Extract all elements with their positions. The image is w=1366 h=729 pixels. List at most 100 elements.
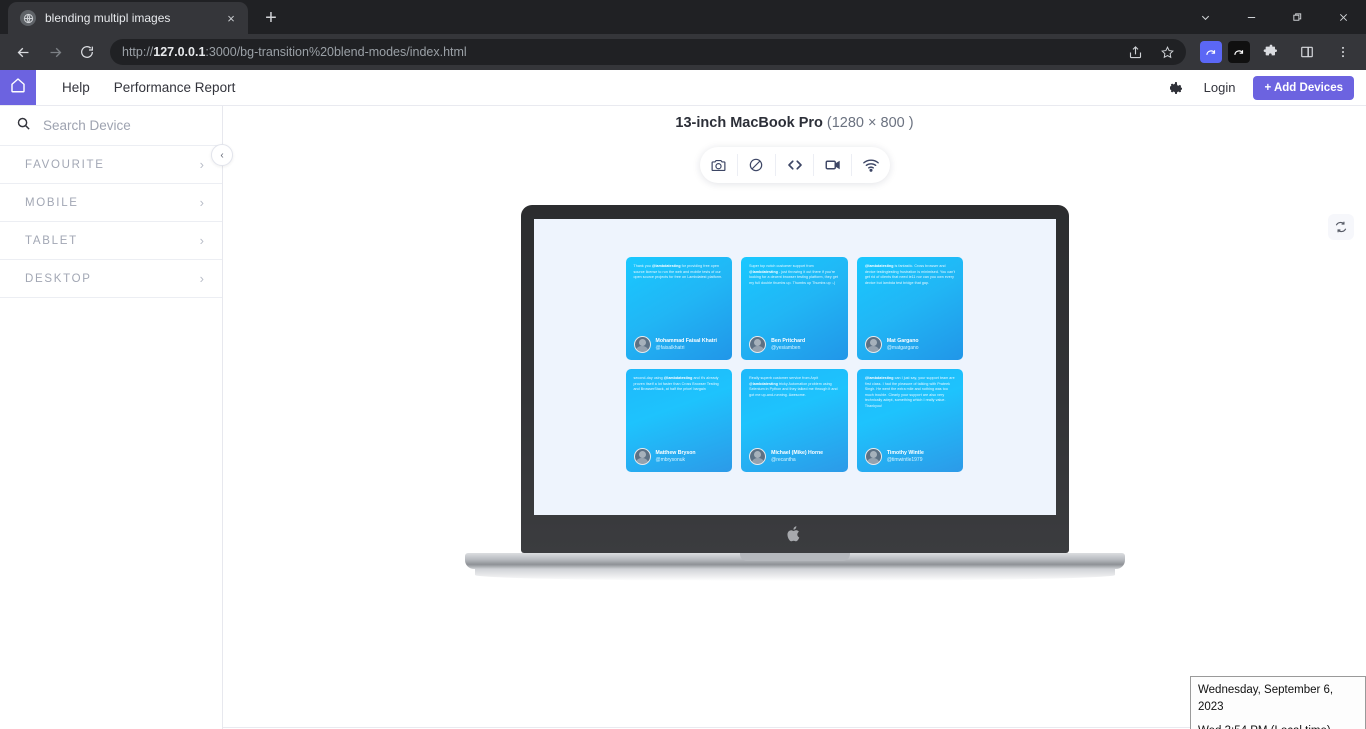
close-icon[interactable]: × — [222, 9, 240, 27]
author-handle: @mbrysonuk — [655, 456, 686, 463]
testimonial-card: Thank you @lambdatesting for providing f… — [625, 257, 733, 360]
url-text: http://127.0.0.1:3000/bg-transition%20bl… — [122, 45, 467, 59]
forward-arrow-icon[interactable] — [40, 37, 70, 67]
mention-handle: @lambdatesting — [651, 264, 681, 268]
mention-handle: @lambdatesting — [749, 381, 778, 386]
chevron-right-icon: › — [199, 233, 204, 248]
testimonial-card: @lambdatesting can I just say, your supp… — [856, 369, 964, 472]
extension-icons — [1194, 37, 1358, 67]
avatar — [864, 448, 882, 465]
search-device-row[interactable]: Search Device — [0, 106, 222, 146]
device-mockup: Thank you @lambdatesting for providing f… — [464, 205, 1125, 581]
avatar — [749, 448, 767, 465]
chevron-right-icon: › — [199, 195, 204, 210]
laptop-shadow — [474, 569, 1115, 581]
nav-performance-report[interactable]: Performance Report — [114, 80, 236, 95]
browser-tab[interactable]: blending multipl images × — [8, 2, 248, 34]
sidebar-collapse-button[interactable]: ‹ — [211, 144, 233, 166]
sidebar-item-desktop[interactable]: DESKTOP › — [0, 260, 222, 298]
home-button[interactable] — [0, 70, 36, 105]
laptop-lid: Thank you @lambdatesting for providing f… — [520, 205, 1069, 553]
refresh-icon[interactable] — [1328, 214, 1354, 240]
testimonial-quote: @lambdatesting can I just say, your supp… — [864, 376, 955, 408]
sidebar-item-label: MOBILE — [25, 196, 79, 209]
author-handle: @recantha — [771, 456, 796, 463]
header-actions: Login + Add Devices — [1166, 70, 1366, 105]
mention-handle: @lambdatesting — [749, 269, 778, 274]
login-link[interactable]: Login — [1204, 80, 1236, 95]
chevron-right-icon: › — [199, 157, 204, 172]
browser-tab-strip: blending multipl images × + — [0, 0, 1366, 34]
sidebar-item-mobile[interactable]: MOBILE › — [0, 184, 222, 222]
no-entry-icon[interactable] — [738, 154, 776, 176]
share-icon[interactable] — [1120, 37, 1150, 67]
browser-toolbar: http://127.0.0.1:3000/bg-transition%20bl… — [0, 34, 1366, 70]
extension-black-icon[interactable] — [1228, 41, 1250, 63]
testimonial-author: Michael (Mike) Horne @recantha — [749, 443, 840, 465]
video-record-icon[interactable] — [814, 154, 853, 176]
avatar — [864, 336, 882, 353]
device-title: 13-inch MacBook Pro (1280 × 800 ) — [223, 106, 1366, 131]
sidebar-item-favourite[interactable]: FAVOURITE › — [0, 146, 222, 184]
three-dot-menu-icon[interactable] — [1328, 37, 1358, 67]
testimonial-card: second-day using @lambdatesting and it's… — [625, 369, 733, 472]
testimonial-quote: Super top notch customer support from @l… — [749, 264, 838, 285]
search-input[interactable]: Search Device — [43, 118, 131, 133]
add-devices-button[interactable]: + Add Devices — [1253, 75, 1354, 100]
address-bar[interactable]: http://127.0.0.1:3000/bg-transition%20bl… — [110, 39, 1186, 65]
chevron-down-icon[interactable] — [1182, 0, 1228, 34]
maximize-icon[interactable] — [1274, 0, 1320, 34]
testimonial-author: Mohammad Faisal Khatri @faisalkhatri — [633, 331, 725, 353]
tab-title: blending multipl images — [45, 11, 171, 25]
sidebar-item-label: DESKTOP — [25, 272, 92, 285]
globe-icon — [20, 10, 36, 26]
header-nav: Help Performance Report — [36, 70, 235, 105]
testimonial-card: Super top notch customer support from @l… — [741, 257, 848, 360]
search-icon — [16, 116, 31, 136]
window-controls — [1182, 0, 1366, 34]
laptop-base — [464, 553, 1125, 569]
testimonial-author: Matthew Bryson @mbrysonuk — [633, 443, 725, 465]
nav-help[interactable]: Help — [62, 80, 90, 95]
mention-handle: @lambdatesting — [663, 376, 693, 380]
testimonial-author: Timothy Wintle @timwintle1979 — [864, 443, 956, 465]
testimonial-grid: Thank you @lambdatesting for providing f… — [534, 219, 1056, 510]
extension-blue-icon[interactable] — [1200, 41, 1222, 63]
wifi-throttle-icon[interactable] — [852, 154, 889, 176]
laptop-notch — [739, 553, 850, 561]
chevron-right-icon: › — [199, 271, 204, 286]
app-header: Help Performance Report Login + Add Devi… — [0, 70, 1366, 106]
testimonial-card: Really superb customer service from Arpi… — [741, 369, 848, 472]
new-tab-button[interactable]: + — [257, 4, 285, 32]
tooltip-local-time: Wed 3:54 PM (Local time) — [1198, 723, 1358, 729]
avatar — [749, 336, 767, 353]
sidebar-item-tablet[interactable]: TABLET › — [0, 222, 222, 260]
main-canvas: 13-inch MacBook Pro (1280 × 800 ) Thank … — [223, 106, 1366, 729]
mention-handle: @lambdatesting — [864, 376, 894, 380]
side-panel-icon[interactable] — [1292, 37, 1322, 67]
testimonial-author: Mat Gargano @matgargano — [864, 331, 956, 353]
device-toolbar — [699, 147, 890, 183]
reload-icon[interactable] — [72, 37, 102, 67]
testimonial-quote: @lambdatesting is fantastic. Cross brows… — [864, 264, 956, 285]
device-name: 13-inch MacBook Pro — [675, 115, 823, 131]
gear-icon[interactable] — [1166, 78, 1186, 98]
close-icon[interactable] — [1320, 0, 1366, 34]
code-icon[interactable] — [776, 154, 815, 176]
minimize-icon[interactable] — [1228, 0, 1274, 34]
author-handle: @matgargano — [886, 344, 919, 351]
bookmark-star-icon[interactable] — [1152, 37, 1182, 67]
testimonial-author: Ben Pritchard @yesiamben — [749, 331, 840, 353]
clock-tooltip: Wednesday, September 6, 2023 Wed 3:54 PM… — [1190, 676, 1366, 729]
sidebar: Search Device FAVOURITE › MOBILE › TABLE… — [0, 106, 233, 729]
device-preview-screen[interactable]: Thank you @lambdatesting for providing f… — [533, 219, 1056, 515]
testimonial-quote: Really superb customer service from Arpi… — [749, 376, 838, 397]
screenshot-icon[interactable] — [700, 154, 738, 176]
author-handle: @faisalkhatri — [655, 344, 685, 351]
avatar — [633, 448, 651, 465]
puzzle-piece-icon[interactable] — [1256, 37, 1286, 67]
author-handle: @yesiamben — [771, 344, 801, 351]
avatar — [633, 336, 651, 353]
back-arrow-icon[interactable] — [8, 37, 38, 67]
sidebar-item-label: TABLET — [25, 234, 78, 247]
